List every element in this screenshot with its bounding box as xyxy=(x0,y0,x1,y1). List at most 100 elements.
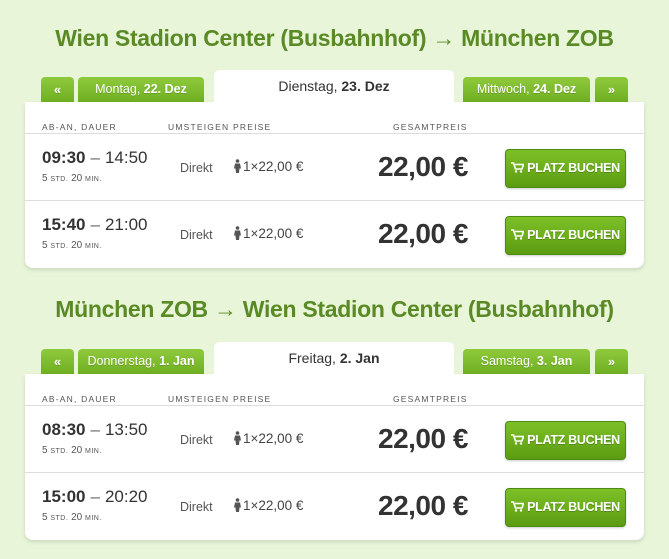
tab-next-day[interactable]: Mittwoch, 24. Dez xyxy=(463,77,590,102)
duration-minutes-unit: MIN. xyxy=(84,515,102,522)
price-per-person-value: 1×22,00 € xyxy=(243,226,304,241)
transfer-info: Direkt xyxy=(180,161,213,175)
column-headers: AB-AN, DAUER UMSTEIGEN PREISE GESAMTPREI… xyxy=(25,102,644,134)
col-time-header: AB-AN, DAUER xyxy=(42,394,117,404)
tab-active-day[interactable]: Freitag, 2. Jan xyxy=(214,342,454,374)
person-icon xyxy=(234,159,241,173)
trip-times: 08:30–13:50 xyxy=(42,420,148,440)
col-transfer-header: UMSTEIGEN xyxy=(168,122,230,132)
duration-hours: 5 xyxy=(42,240,48,251)
trip-times: 15:40–21:00 xyxy=(42,215,148,235)
book-seat-label: PLATZ BUCHEN xyxy=(527,228,620,242)
tab-weekday: Montag, xyxy=(95,82,141,96)
person-icon xyxy=(234,226,241,240)
col-prices-header: PREISE xyxy=(233,394,272,404)
next-day-arrow-button[interactable]: » xyxy=(595,77,628,102)
duration-minutes-unit: MIN. xyxy=(84,176,102,183)
person-icon xyxy=(234,431,241,445)
tab-weekday: Freitag, xyxy=(288,350,336,366)
book-seat-button[interactable]: PLATZ BUCHEN xyxy=(505,149,626,188)
total-price: 22,00 € xyxy=(378,490,468,521)
book-seat-button[interactable]: PLATZ BUCHEN xyxy=(505,216,626,255)
prev-day-arrow-button[interactable]: « xyxy=(41,349,74,374)
table-row: 15:00–20:20 5 STD. 20 MIN. Direkt 1×22,0… xyxy=(25,474,644,540)
tab-date: 24. Dez xyxy=(533,82,577,96)
book-seat-button[interactable]: PLATZ BUCHEN xyxy=(505,488,626,527)
tab-weekday: Donnerstag, xyxy=(87,354,156,368)
duration-minutes-unit: MIN. xyxy=(84,243,102,250)
tab-active-day[interactable]: Dienstag, 23. Dez xyxy=(214,70,454,102)
departure-time: 15:00 xyxy=(42,487,86,506)
price-per-person-value: 1×22,00 € xyxy=(243,159,304,174)
price-per-person-value: 1×22,00 € xyxy=(243,431,304,446)
route-title-outbound: Wien Stadion Center (Busbahnhof) → Münch… xyxy=(55,25,614,51)
results-card: AB-AN, DAUER UMSTEIGEN PREISE GESAMTPREI… xyxy=(25,102,644,268)
book-seat-label: PLATZ BUCHEN xyxy=(527,433,620,447)
table-row: 08:30–13:50 5 STD. 20 MIN. Direkt 1×22,0… xyxy=(25,407,644,473)
total-price: 22,00 € xyxy=(378,423,468,454)
col-transfer-header: UMSTEIGEN xyxy=(168,394,230,404)
tab-date: 23. Dez xyxy=(341,78,390,94)
tab-date: 1. Jan xyxy=(159,354,195,368)
trip-duration: 5 STD. 20 MIN. xyxy=(42,240,102,251)
duration-minutes-unit: MIN. xyxy=(84,448,102,455)
tab-prev-day[interactable]: Montag, 22. Dez xyxy=(78,77,204,102)
trip-duration: 5 STD. 20 MIN. xyxy=(42,512,102,523)
duration-minutes: 20 xyxy=(71,240,83,251)
time-separator: – xyxy=(90,215,100,234)
col-time-header: AB-AN, DAUER xyxy=(42,122,117,132)
tab-next-day[interactable]: Samstag, 3. Jan xyxy=(463,349,590,374)
duration-hours-unit: STD. xyxy=(50,176,69,183)
cart-icon xyxy=(511,434,525,445)
trip-duration: 5 STD. 20 MIN. xyxy=(42,173,102,184)
trip-duration: 5 STD. 20 MIN. xyxy=(42,445,102,456)
price-per-person: 1×22,00 € xyxy=(233,159,303,174)
price-per-person: 1×22,00 € xyxy=(233,431,303,446)
column-headers: AB-AN, DAUER UMSTEIGEN PREISE GESAMTPREI… xyxy=(25,374,644,406)
arrival-time: 21:00 xyxy=(104,215,148,234)
duration-hours: 5 xyxy=(42,173,48,184)
prev-day-arrow-button[interactable]: « xyxy=(41,77,74,102)
time-separator: – xyxy=(90,148,100,167)
transfer-info: Direkt xyxy=(180,433,213,447)
book-seat-label: PLATZ BUCHEN xyxy=(527,500,620,514)
arrival-time: 14:50 xyxy=(104,148,148,167)
col-total-header: GESAMTPREIS xyxy=(393,122,468,132)
trip-times: 15:00–20:20 xyxy=(42,487,148,507)
departure-time: 09:30 xyxy=(42,148,86,167)
trip-times: 09:30–14:50 xyxy=(42,148,148,168)
duration-minutes: 20 xyxy=(71,445,83,456)
table-row: 09:30–14:50 5 STD. 20 MIN. Direkt 1×22,0… xyxy=(25,135,644,201)
table-row: 15:40–21:00 5 STD. 20 MIN. Direkt 1×22,0… xyxy=(25,202,644,268)
tab-date: 22. Dez xyxy=(143,82,187,96)
schedule-outbound: « Montag, 22. Dez Dienstag, 23. Dez Mitt… xyxy=(25,70,644,268)
duration-hours-unit: STD. xyxy=(50,243,69,250)
duration-minutes: 20 xyxy=(71,512,83,523)
col-prices-header: PREISE xyxy=(233,122,272,132)
cart-icon xyxy=(511,501,525,512)
price-per-person-value: 1×22,00 € xyxy=(243,498,304,513)
tab-prev-day[interactable]: Donnerstag, 1. Jan xyxy=(78,349,204,374)
book-seat-label: PLATZ BUCHEN xyxy=(527,161,620,175)
departure-time: 15:40 xyxy=(42,215,86,234)
duration-minutes: 20 xyxy=(71,173,83,184)
col-total-header: GESAMTPREIS xyxy=(393,394,468,404)
total-price: 22,00 € xyxy=(378,151,468,182)
transfer-info: Direkt xyxy=(180,500,213,514)
tab-date: 3. Jan xyxy=(536,354,573,368)
person-icon xyxy=(234,498,241,512)
transfer-info: Direkt xyxy=(180,228,213,242)
duration-hours: 5 xyxy=(42,512,48,523)
tab-weekday: Dienstag, xyxy=(278,78,338,94)
price-per-person: 1×22,00 € xyxy=(233,226,303,241)
tab-date: 2. Jan xyxy=(339,350,380,366)
date-tabs: « Montag, 22. Dez Dienstag, 23. Dez Mitt… xyxy=(25,70,644,102)
schedule-return: « Donnerstag, 1. Jan Freitag, 2. Jan Sam… xyxy=(25,342,644,540)
next-day-arrow-button[interactable]: » xyxy=(595,349,628,374)
arrival-time: 20:20 xyxy=(104,487,148,506)
book-seat-button[interactable]: PLATZ BUCHEN xyxy=(505,421,626,460)
date-tabs: « Donnerstag, 1. Jan Freitag, 2. Jan Sam… xyxy=(25,342,644,374)
route-title-return: München ZOB → Wien Stadion Center (Busba… xyxy=(55,296,614,322)
total-price: 22,00 € xyxy=(378,218,468,249)
time-separator: – xyxy=(90,420,100,439)
